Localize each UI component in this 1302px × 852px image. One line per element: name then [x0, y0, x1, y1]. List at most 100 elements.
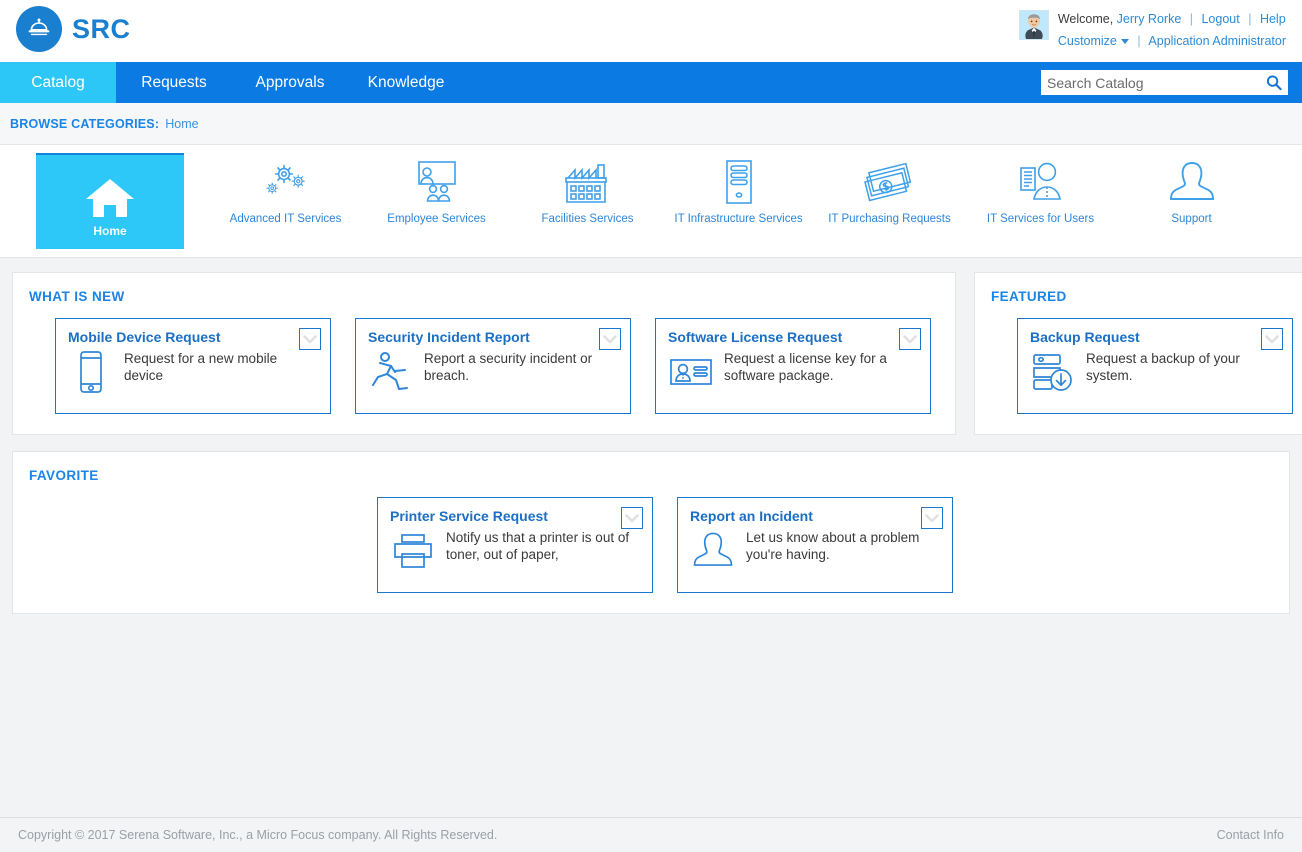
card-description: Request a backup of your system.	[1086, 351, 1240, 383]
card-dropdown-button[interactable]	[621, 507, 643, 529]
card-title: Backup Request	[1030, 329, 1140, 345]
panel-whats-new-title: WHAT IS NEW	[29, 289, 125, 304]
card-body: Request a backup of your system.	[1030, 349, 1280, 395]
card-backup-request[interactable]: Backup Request Request a backup of your …	[1017, 318, 1293, 414]
chevron-down-icon	[603, 334, 617, 343]
card-dropdown-button[interactable]	[1261, 328, 1283, 350]
panel-featured-title: FEATURED	[991, 289, 1067, 304]
help-link[interactable]: Help	[1260, 12, 1286, 26]
card-dropdown-button[interactable]	[899, 328, 921, 350]
category-advanced-it-services-label: Advanced IT Services	[229, 213, 342, 225]
tab-catalog-label: Catalog	[31, 73, 85, 91]
breadcrumb-home-link[interactable]: Home	[165, 117, 198, 131]
separator: |	[1189, 12, 1193, 26]
card-title: Security Incident Report	[368, 329, 530, 345]
card-description: Notify us that a printer is out of toner…	[446, 530, 630, 562]
category-it-purchasing-requests[interactable]: IT Purchasing Requests	[814, 153, 965, 249]
panel-favorite-title: FAVORITE	[29, 468, 99, 483]
card-title: Mobile Device Request	[68, 329, 221, 345]
user-name-link[interactable]: Jerry Rorke	[1117, 12, 1182, 26]
tab-requests-label: Requests	[141, 73, 207, 91]
search-input[interactable]	[1041, 71, 1260, 94]
category-strip: Home Advanced IT Services Employee Servi…	[0, 145, 1302, 258]
server-tower-icon	[716, 157, 762, 209]
category-support[interactable]: Support	[1116, 153, 1267, 249]
category-it-purchasing-requests-label: IT Purchasing Requests	[828, 213, 951, 225]
welcome-label: Welcome,	[1057, 12, 1114, 26]
page-header: SRC Welcome, Jerry Rorke | Logout | Help…	[0, 0, 1302, 62]
card-title: Software License Request	[668, 329, 843, 345]
tab-approvals[interactable]: Approvals	[232, 62, 348, 103]
main-navigation: Catalog Requests Approvals Knowledge	[0, 62, 1302, 103]
card-security-incident-report[interactable]: Security Incident Report Report a securi…	[355, 318, 631, 414]
panel-favorite: FAVORITE Printer Service Request Notify …	[12, 451, 1290, 614]
separator: |	[1248, 12, 1252, 26]
breadcrumb-label: BROWSE CATEGORIES:	[10, 116, 160, 131]
gears-icon	[258, 157, 314, 209]
logo[interactable]: SRC	[16, 6, 131, 52]
category-employee-services-label: Employee Services	[387, 213, 486, 225]
role-link[interactable]: Application Administrator	[1148, 34, 1286, 48]
whats-new-cards: Mobile Device Request Request for a new …	[29, 318, 939, 414]
category-facilities-services-label: Facilities Services	[541, 213, 634, 225]
breadcrumb: BROWSE CATEGORIES: Home	[0, 103, 1302, 145]
person-silhouette-icon	[1167, 157, 1217, 209]
favorite-cards: Printer Service Request Notify us that a…	[29, 497, 1273, 593]
search-box	[1041, 70, 1288, 95]
card-body: Report a security incident or breach.	[368, 349, 618, 395]
card-description: Request a license key for a software pac…	[724, 351, 887, 383]
card-software-license-request[interactable]: Software License Request Request a licen…	[655, 318, 931, 414]
chevron-down-icon[interactable]	[1120, 39, 1129, 45]
service-bell-icon	[16, 6, 62, 52]
id-badge-icon	[668, 349, 714, 395]
home-icon	[84, 171, 136, 223]
customize-menu[interactable]: Customize	[1058, 34, 1117, 48]
search-button[interactable]	[1260, 71, 1288, 94]
category-advanced-it-services[interactable]: Advanced IT Services	[210, 153, 361, 249]
main-content: WHAT IS NEW Mobile Device Request Reques…	[0, 258, 1302, 824]
top-panels-row: WHAT IS NEW Mobile Device Request Reques…	[12, 272, 1302, 435]
category-it-infrastructure-services[interactable]: IT Infrastructure Services	[663, 153, 814, 249]
person-silhouette-icon	[690, 528, 736, 574]
tab-catalog[interactable]: Catalog	[0, 62, 116, 103]
user-document-icon	[1013, 157, 1069, 209]
category-it-infrastructure-services-label: IT Infrastructure Services	[674, 213, 803, 225]
welcome-row: Welcome, Jerry Rorke | Logout | Help	[1058, 8, 1286, 30]
separator: |	[1137, 34, 1141, 48]
server-download-icon	[1030, 349, 1076, 395]
avatar	[1018, 10, 1049, 40]
card-description: Report a security incident or breach.	[424, 351, 593, 383]
logo-text: SRC	[72, 13, 131, 44]
category-it-services-for-users[interactable]: IT Services for Users	[965, 153, 1116, 249]
panel-featured: FEATURED Backup Request Request a backup…	[974, 272, 1302, 435]
chevron-down-icon	[903, 334, 917, 343]
card-body: Let us know about a problem you're havin…	[690, 528, 940, 574]
card-title: Report an Incident	[690, 508, 813, 524]
card-report-an-incident[interactable]: Report an Incident Let us know about a p…	[677, 497, 953, 593]
customize-row: Customize | Application Administrator	[1058, 30, 1286, 52]
card-body: Request for a new mobile device	[68, 349, 318, 395]
card-mobile-device-request[interactable]: Mobile Device Request Request for a new …	[55, 318, 331, 414]
card-dropdown-button[interactable]	[921, 507, 943, 529]
contact-info-link[interactable]: Contact Info	[1217, 828, 1284, 842]
panel-whats-new: WHAT IS NEW Mobile Device Request Reques…	[12, 272, 956, 435]
chevron-down-icon	[625, 513, 639, 522]
running-person-icon	[368, 349, 414, 395]
category-employee-services[interactable]: Employee Services	[361, 153, 512, 249]
card-dropdown-button[interactable]	[299, 328, 321, 350]
card-body: Notify us that a printer is out of toner…	[390, 528, 640, 574]
factory-icon	[560, 157, 616, 209]
copyright-text: Copyright © 2017 Serena Software, Inc., …	[18, 828, 498, 842]
category-it-services-for-users-label: IT Services for Users	[986, 213, 1095, 225]
card-dropdown-button[interactable]	[599, 328, 621, 350]
card-body: Request a license key for a software pac…	[668, 349, 918, 395]
presentation-people-icon	[410, 157, 464, 209]
logout-link[interactable]: Logout	[1201, 12, 1239, 26]
card-printer-service-request[interactable]: Printer Service Request Notify us that a…	[377, 497, 653, 593]
category-home[interactable]: Home	[36, 153, 184, 249]
tab-knowledge[interactable]: Knowledge	[348, 62, 464, 103]
page-footer: Copyright © 2017 Serena Software, Inc., …	[0, 817, 1302, 852]
tab-requests[interactable]: Requests	[116, 62, 232, 103]
search-icon	[1266, 75, 1282, 91]
category-facilities-services[interactable]: Facilities Services	[512, 153, 663, 249]
